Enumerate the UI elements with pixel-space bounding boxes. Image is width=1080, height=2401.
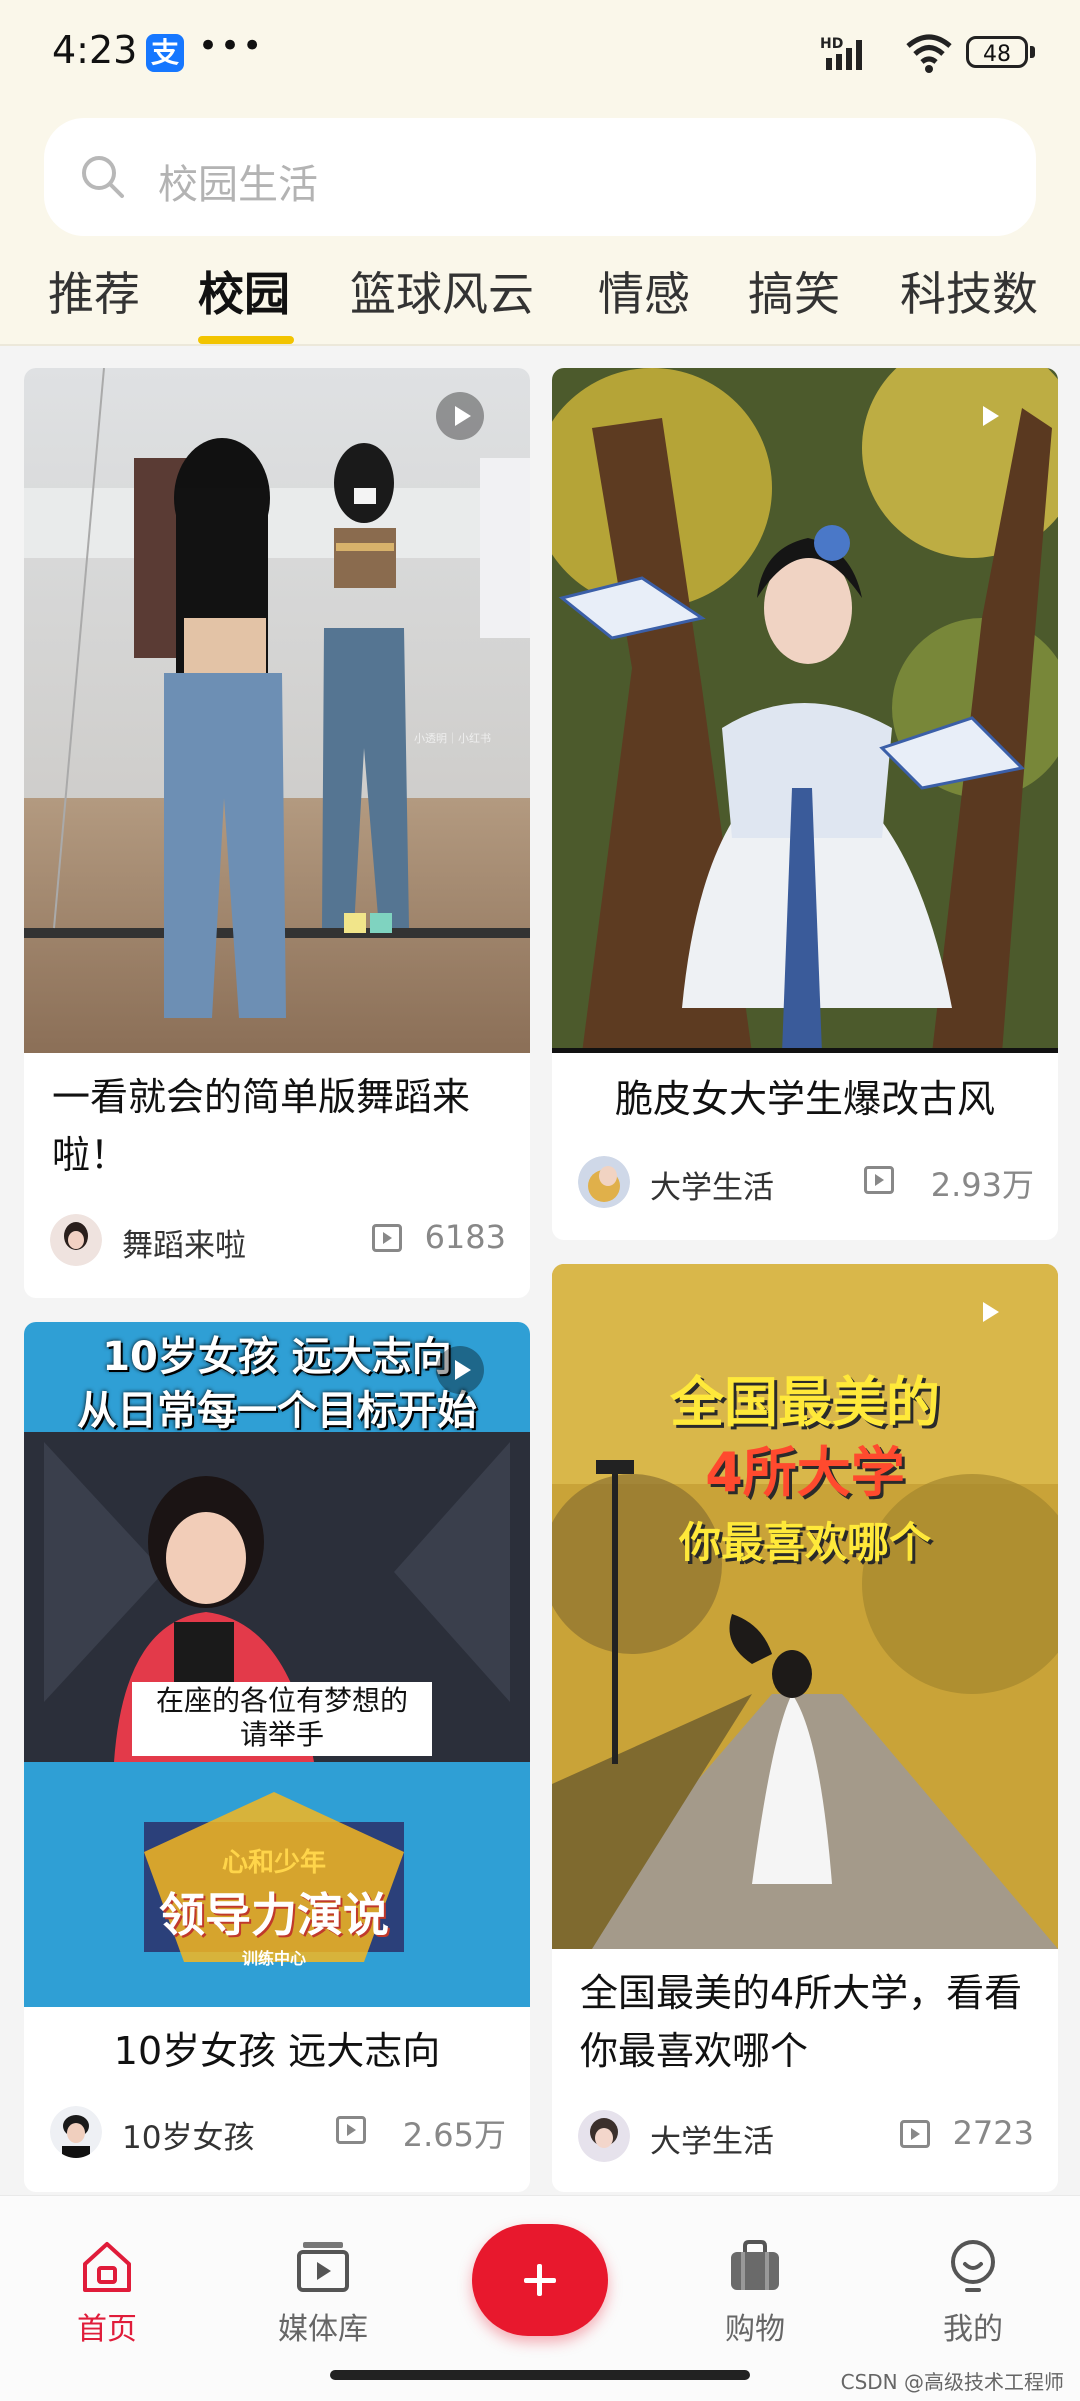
logo-line2: 领导力演说 [159, 1888, 389, 1942]
home-icon [83, 2242, 131, 2292]
active-tab-indicator [198, 336, 294, 344]
shopping-bag-icon [731, 2240, 779, 2290]
tab-funny[interactable]: 搞笑 [748, 258, 840, 324]
thumbnail-caption-line1: 在座的各位有梦想的 [155, 1684, 408, 1717]
thumbnail-headline-line2: 从日常每一个目标开始 [77, 1388, 477, 1434]
card-title: 全国最美的4所大学，看看你最喜欢哪个 [580, 1971, 1023, 2073]
play-icon [436, 392, 484, 440]
thumbnail-headline-line3: 你最喜欢哪个 [678, 1518, 931, 1567]
card-title: 脆皮女大学生爆改古风 [614, 1077, 995, 1121]
search-placeholder: 校园生活 [158, 162, 318, 208]
tab-campus[interactable]: 校园 [198, 258, 290, 324]
tab-emotion[interactable]: 情感 [598, 258, 690, 324]
author-name: 10岁女孩 [122, 2120, 255, 2156]
card-title: 一看就会的简单版舞蹈来啦！ [52, 1075, 471, 1177]
play-count: 2.65万 [402, 2116, 506, 2154]
thumbnail-headline-line1: 全国最美的 [670, 1371, 940, 1434]
watermark-text: CSDN @高级技术工程师 [840, 2370, 1064, 2394]
author-name: 大学生活 [650, 1170, 774, 1206]
thumbnail-watermark: 小透明｜小红书 [414, 732, 491, 745]
nav-label: 首页 [77, 2312, 137, 2347]
tab-basketball[interactable]: 篮球风云 [350, 258, 534, 324]
video-thumbnail [24, 368, 530, 1053]
category-tabs: 推荐 校园 篮球风云 情感 搞笑 科技数 [0, 250, 1080, 342]
play-count: 2723 [952, 2114, 1034, 2152]
nav-label: 我的 [943, 2312, 1003, 2347]
nav-label: 媒体库 [278, 2312, 368, 2347]
network-label: HD [820, 36, 843, 52]
play-icon [436, 1346, 484, 1394]
tab-recommend[interactable]: 推荐 [48, 258, 140, 324]
more-notifications-icon: ••• [198, 26, 265, 66]
logo-line3: 训练中心 [241, 1949, 306, 1968]
author-avatar [50, 2106, 102, 2158]
video-card-dance[interactable]: 小透明｜小红书 一看就会的简单版舞蹈来啦！ 舞蹈来啦 6183 [24, 368, 530, 1298]
alipay-notification-icon: 支 [146, 34, 184, 72]
play-icon [964, 1288, 1012, 1336]
play-count: 2.93万 [930, 1166, 1034, 1204]
card-title: 10岁女孩 远大志向 [113, 2029, 441, 2073]
author-avatar [50, 1214, 102, 1266]
thumbnail-headline-line2: 4所大学 [705, 1441, 905, 1504]
search-icon [82, 156, 124, 198]
play-count: 6183 [424, 1218, 506, 1256]
logo-line1: 心和少年 [221, 1848, 326, 1878]
play-count-icon [336, 2116, 366, 2144]
card-meta: 大学生活 2723 [578, 2110, 1034, 2164]
play-icon [964, 392, 1012, 440]
battery-cap [1030, 46, 1035, 58]
tab-tech[interactable]: 科技数 [900, 258, 1038, 324]
thumbnail-logo: 心和少年 领导力演说 训练中心 [144, 1842, 404, 1969]
media-library-icon [297, 2242, 349, 2292]
author-avatar [578, 2110, 630, 2162]
video-card-girl-speech[interactable]: 10岁女孩 远大志向 从日常每一个目标开始 在座的各位有梦想的 请举手 心和少年… [24, 1322, 530, 2192]
video-card-hanfu[interactable]: 脆皮女大学生爆改古风 大学生活 2.93万 [552, 368, 1058, 1240]
play-count-icon [864, 1166, 894, 1194]
author-avatar [578, 1156, 630, 1208]
thumbnail-caption: 在座的各位有梦想的 请举手 [132, 1684, 432, 1752]
card-meta: 舞蹈来啦 6183 [50, 1214, 506, 1268]
author-name: 舞蹈来啦 [122, 1228, 246, 1264]
status-icons: HD 48 [820, 32, 1035, 74]
battery-icon: 48 [966, 36, 1028, 68]
author-name: 大学生活 [650, 2124, 774, 2160]
wifi-icon [906, 34, 952, 73]
signal-icon: HD [820, 36, 862, 70]
home-gesture-bar[interactable] [330, 2370, 750, 2380]
video-thumbnail [552, 1264, 1058, 1949]
nav-label: 购物 [725, 2312, 785, 2347]
thumbnail-headline-line1: 10岁女孩 远大志向 [102, 1334, 452, 1380]
play-count-icon [372, 1224, 402, 1252]
create-plus-button[interactable] [472, 2224, 608, 2336]
card-meta: 大学生活 2.93万 [578, 1156, 1034, 1210]
nav-home[interactable]: 首页 [32, 2236, 182, 2348]
profile-icon [951, 2240, 995, 2292]
nav-profile[interactable]: 我的 [898, 2236, 1048, 2348]
nav-shopping[interactable]: 购物 [680, 2236, 830, 2348]
card-meta: 10岁女孩 2.65万 [50, 2106, 506, 2160]
tabs-divider [0, 344, 1080, 346]
status-bar: 4:23 支 ••• HD 48 [0, 0, 1080, 110]
video-card-universities[interactable]: 全国最美的 4所大学 你最喜欢哪个 全国最美的4所大学，看看你最喜欢哪个 大学生… [552, 1264, 1058, 2192]
search-bar[interactable]: 校园生活 [44, 118, 1036, 236]
nav-media-library[interactable]: 媒体库 [248, 2236, 398, 2348]
thumbnail-caption-line2: 请举手 [239, 1718, 324, 1751]
play-count-icon [900, 2120, 930, 2148]
video-thumbnail [552, 368, 1058, 1053]
thumbnail-headline: 全国最美的 4所大学 你最喜欢哪个 [552, 1368, 1058, 1578]
status-time: 4:23 [52, 28, 138, 72]
